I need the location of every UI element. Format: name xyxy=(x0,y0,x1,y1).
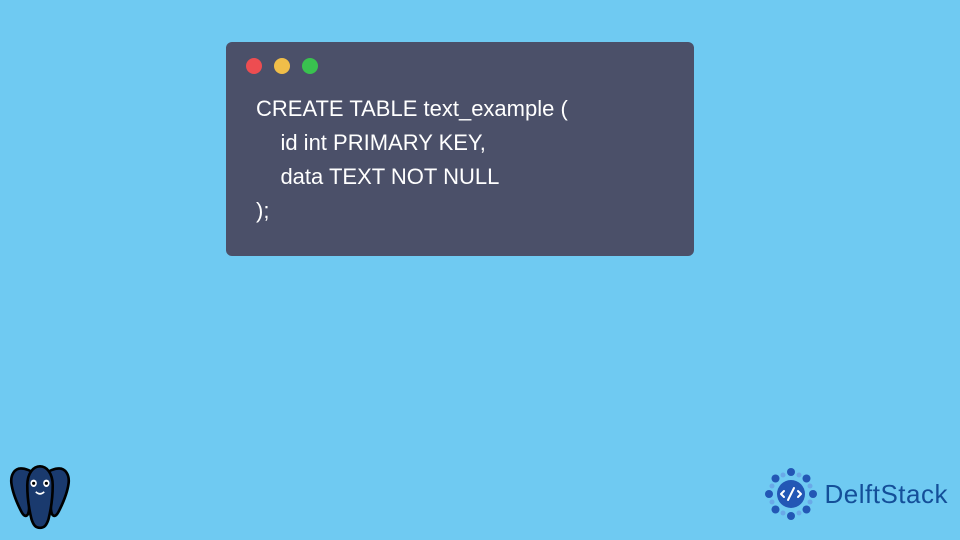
window-titlebar xyxy=(226,42,694,84)
postgresql-logo-icon xyxy=(6,460,74,532)
code-block: CREATE TABLE text_example ( id int PRIMA… xyxy=(226,84,694,238)
code-line: CREATE TABLE text_example ( xyxy=(256,96,568,121)
delftstack-brand: DelftStack xyxy=(763,466,949,522)
code-line: id int PRIMARY KEY, xyxy=(256,130,486,155)
code-window: CREATE TABLE text_example ( id int PRIMA… xyxy=(226,42,694,256)
delftstack-badge-icon xyxy=(763,466,819,522)
minimize-icon xyxy=(274,58,290,74)
code-line: ); xyxy=(256,198,269,223)
maximize-icon xyxy=(302,58,318,74)
code-line: data TEXT NOT NULL xyxy=(256,164,499,189)
close-icon xyxy=(246,58,262,74)
delftstack-brand-text: DelftStack xyxy=(825,479,949,510)
